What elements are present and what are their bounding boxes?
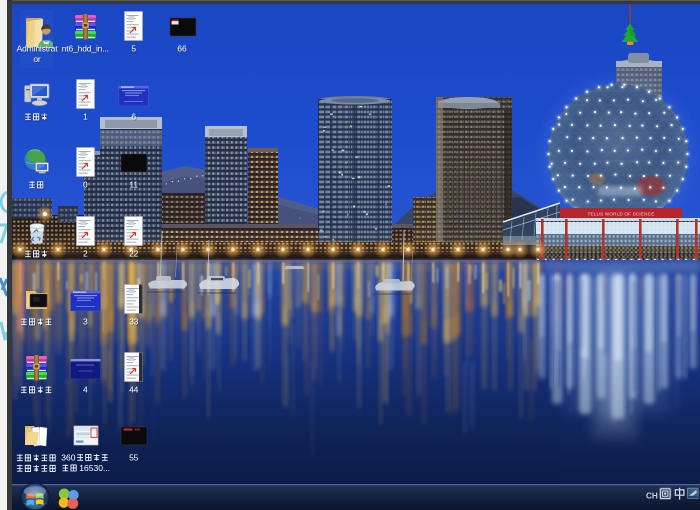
svg-text:TELUS WORLD OF SCIENCE: TELUS WORLD OF SCIENCE — [588, 211, 655, 216]
svg-text:CH: CH — [646, 491, 658, 500]
